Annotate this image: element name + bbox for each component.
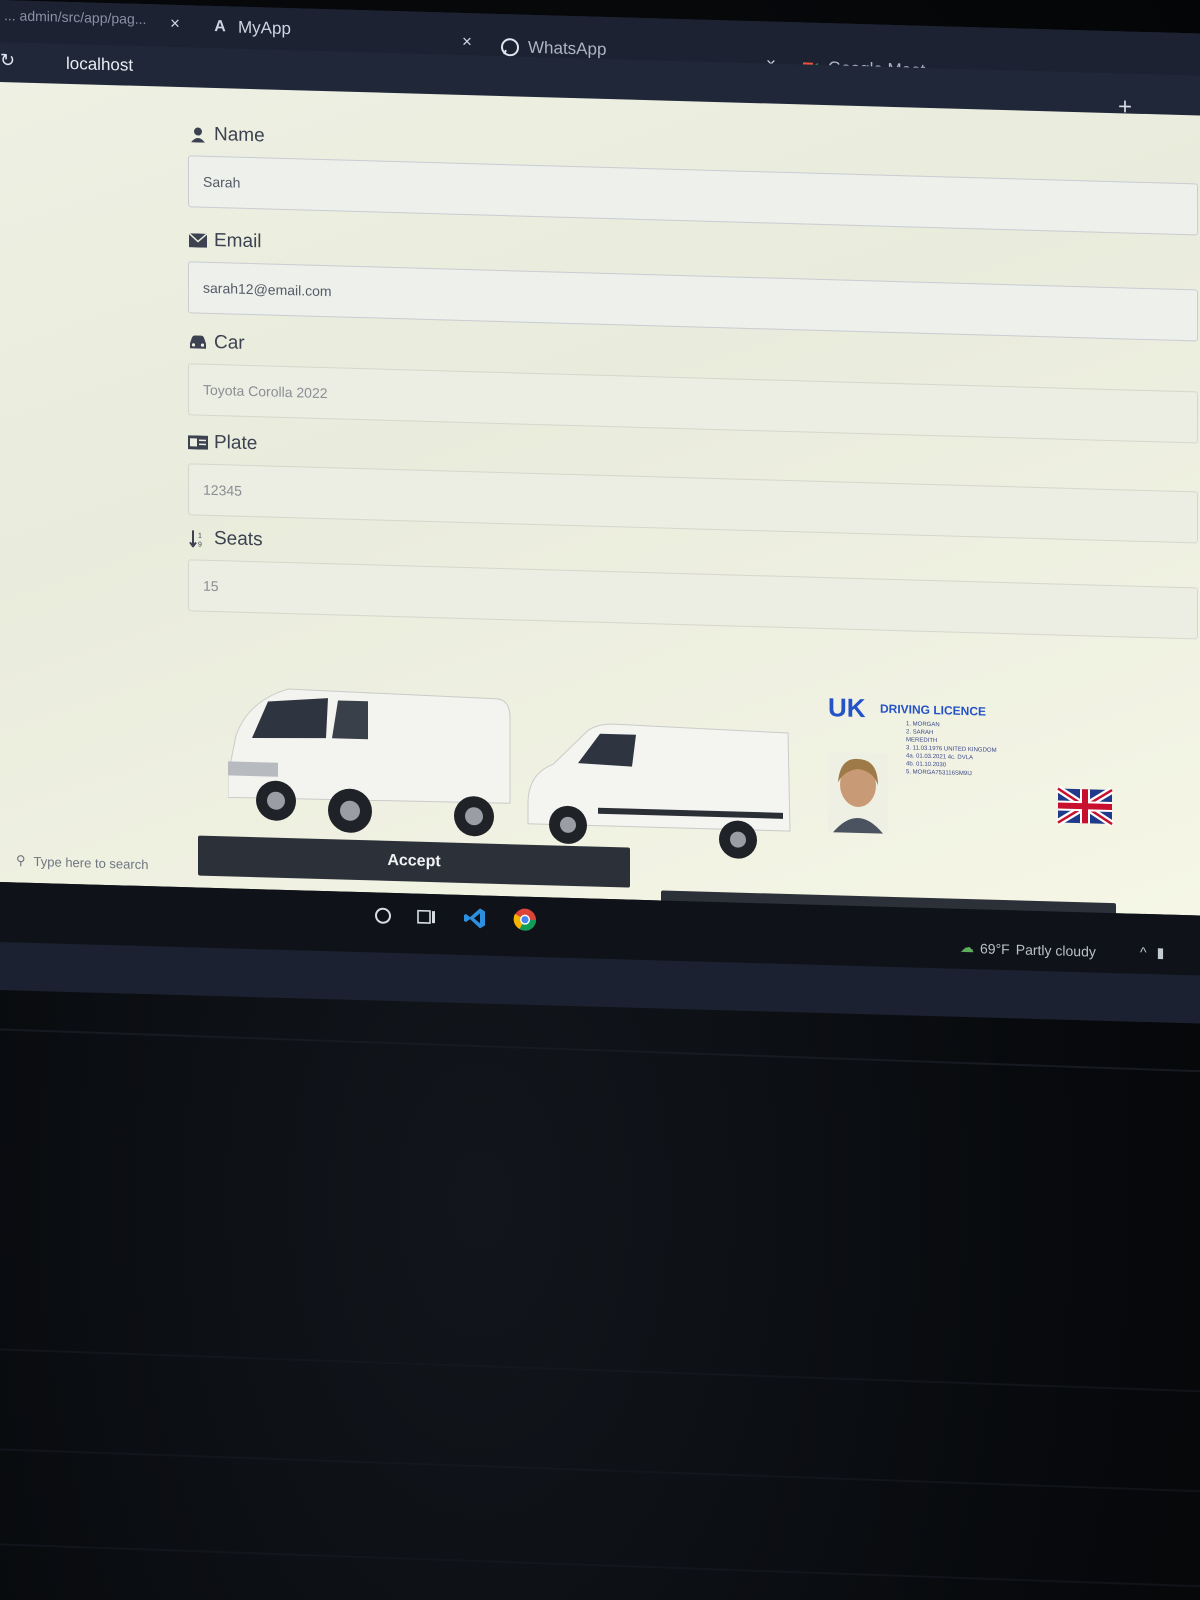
whatsapp-icon xyxy=(500,37,520,58)
seats-label: Seats xyxy=(214,527,263,551)
system-tray: ^ ▮ xyxy=(1140,944,1164,962)
task-view-icon[interactable] xyxy=(414,904,440,931)
key-row-divider xyxy=(0,1541,1200,1591)
photo-frame: ... admin/src/app/pag... × A MyApp × Wha… xyxy=(0,0,1200,1600)
tab-label: ... admin/src/app/pag... xyxy=(4,7,147,28)
keyboard-edge xyxy=(0,1026,1200,1076)
email-label-row: Email xyxy=(188,229,262,253)
chrome-icon[interactable] xyxy=(512,906,538,933)
battery-icon[interactable]: ▮ xyxy=(1157,944,1165,961)
page-viewport: Name Sarah Email sarah12@email.com Car T… xyxy=(0,82,1200,944)
url-text: localhost xyxy=(66,53,134,75)
car-field[interactable]: Toyota Corolla 2022 xyxy=(188,363,1198,444)
start-circle-icon[interactable] xyxy=(370,902,396,929)
licence-line: 5. MORGA753116SM9IJ xyxy=(906,769,972,778)
van-photo-2 xyxy=(527,723,791,859)
angular-icon: A xyxy=(214,17,226,36)
email-label: Email xyxy=(214,229,262,253)
weather-icon: ☁ xyxy=(960,938,974,956)
email-field[interactable]: sarah12@email.com xyxy=(188,261,1198,342)
plate-label: Plate xyxy=(214,431,258,455)
search-placeholder: Type here to search xyxy=(33,853,149,872)
name-label-row: Name xyxy=(188,123,265,147)
seats-label-row: 19 Seats xyxy=(188,527,263,551)
licence-card: UK DRIVING LICENCE 1. MORGAN 2. SARAH ME… xyxy=(828,692,1088,859)
driver-form: Name Sarah Email sarah12@email.com Car T… xyxy=(168,109,1200,944)
laptop-keyboard xyxy=(0,1010,1200,1600)
licence-country: UK xyxy=(828,692,866,724)
licence-details: 1. MORGAN 2. SARAH MEREDITH 3. 11.03.197… xyxy=(906,720,997,779)
plate-label-row: Plate xyxy=(188,431,257,455)
reload-icon[interactable]: ↻ xyxy=(0,50,15,71)
weather-temp: 69°F xyxy=(980,939,1010,957)
name-field[interactable]: Sarah xyxy=(188,155,1198,236)
weather-text: Partly cloudy xyxy=(1015,940,1096,960)
plate-field[interactable]: 12345 xyxy=(188,463,1198,544)
envelope-icon xyxy=(188,231,208,250)
svg-text:1: 1 xyxy=(198,533,202,540)
car-label-row: Car xyxy=(188,331,245,355)
weather-widget[interactable]: ☁ 69°F Partly cloudy xyxy=(960,939,1096,960)
sort-numeric-icon: 19 xyxy=(188,529,208,548)
vscode-icon[interactable] xyxy=(462,905,488,932)
search-icon: ⚲ xyxy=(16,852,26,868)
licence-title: DRIVING LICENCE xyxy=(880,701,987,719)
key-row-divider xyxy=(0,1346,1200,1396)
tab-myapp[interactable]: A MyApp xyxy=(210,12,291,44)
id-card-icon xyxy=(188,433,208,452)
laptop-screen: ... admin/src/app/pag... × A MyApp × Wha… xyxy=(0,0,1200,1024)
close-icon[interactable]: × xyxy=(462,27,472,57)
tab-admin[interactable]: ... admin/src/app/pag... xyxy=(4,0,146,34)
seats-field[interactable]: 15 xyxy=(188,559,1198,640)
tab-label: MyApp xyxy=(238,17,291,39)
car-icon xyxy=(188,333,208,352)
name-label: Name xyxy=(214,123,265,147)
close-icon[interactable]: × xyxy=(170,9,180,39)
chevron-up-icon[interactable]: ^ xyxy=(1140,944,1147,961)
key-row-divider xyxy=(0,1446,1200,1496)
user-icon xyxy=(188,125,208,144)
van-photo-1 xyxy=(227,688,511,837)
svg-text:9: 9 xyxy=(198,542,202,548)
car-label: Car xyxy=(214,331,245,354)
